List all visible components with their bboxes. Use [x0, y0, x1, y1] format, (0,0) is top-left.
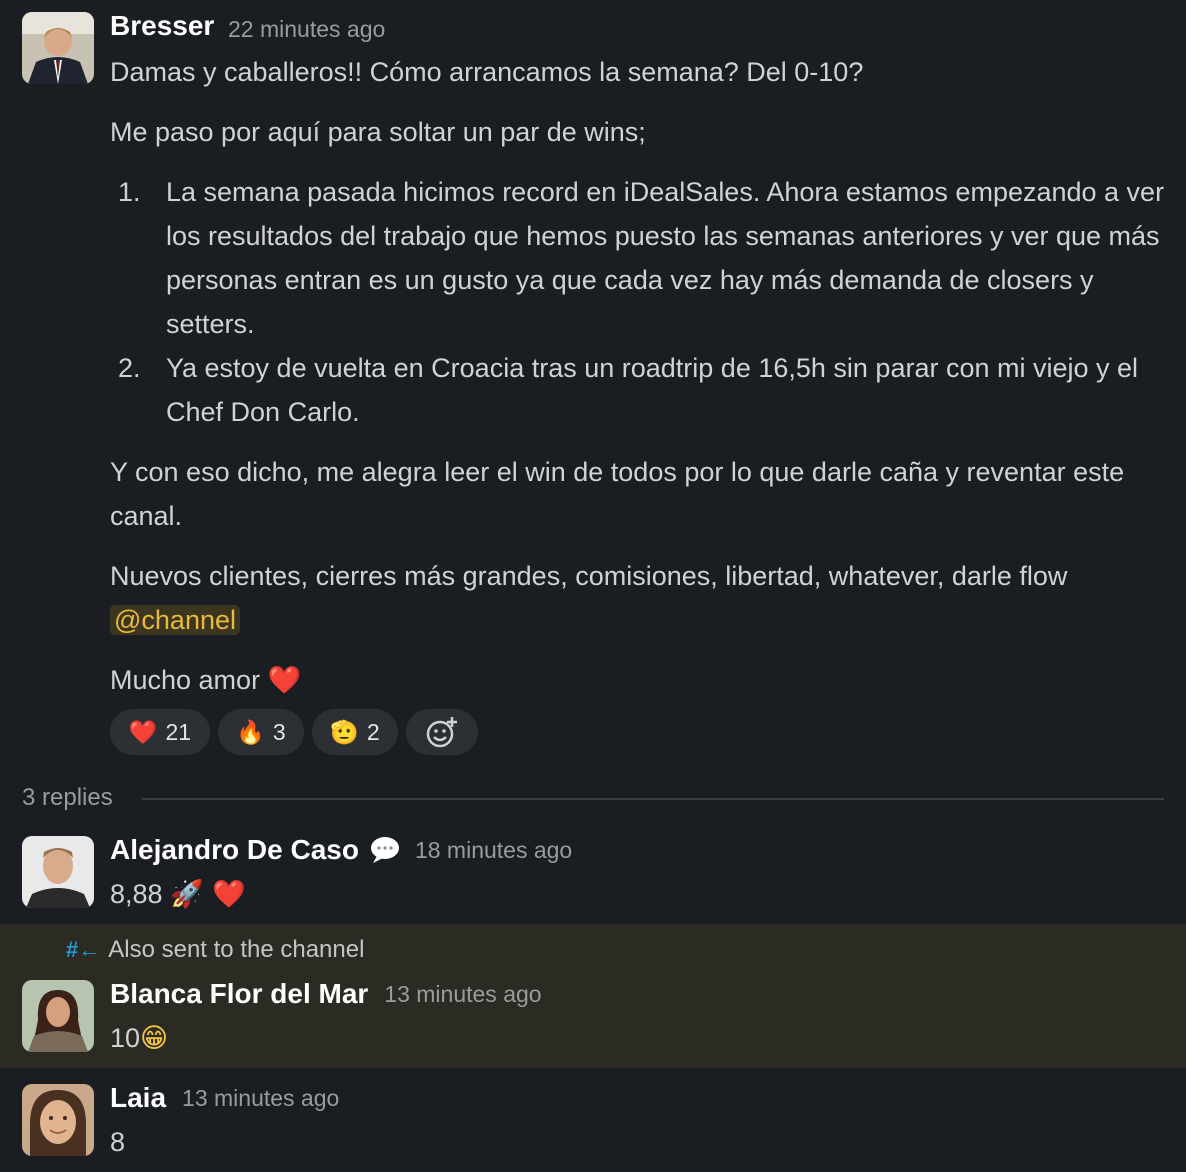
channel-mention[interactable]: @channel [110, 605, 240, 635]
avatar-image [22, 12, 94, 84]
reply-header: Alejandro De Caso 18 minutes ago [110, 834, 572, 866]
avatar-laia[interactable] [22, 1084, 94, 1156]
message-paragraph: Nuevos clientes, cierres más grandes, co… [110, 554, 1175, 642]
add-emoji-icon [426, 717, 457, 748]
author-name[interactable]: Bresser [110, 10, 214, 42]
reaction-count: 2 [366, 718, 380, 745]
avatar-blanca[interactable] [22, 980, 94, 1052]
reply-text: 8,88 🚀 ❤️ [110, 872, 246, 917]
grin-emoji: 😁 [140, 1023, 169, 1054]
replies-divider [142, 798, 1164, 800]
avatar-image [22, 1084, 94, 1156]
channel-hash-arrow-icon: #← [66, 937, 101, 962]
reply-text: 8 [110, 1127, 126, 1157]
also-sent-row[interactable]: #← Also sent to the channel [66, 936, 364, 964]
reply-header: Laia 13 minutes ago [110, 1082, 339, 1114]
reaction-fire[interactable]: 🔥 3 [218, 709, 304, 755]
message-line: Damas y caballeros!! Cómo arrancamos la … [110, 57, 864, 87]
list-item: La semana pasada hicimos record en iDeal… [166, 177, 1165, 339]
list-number: 2. [118, 353, 141, 383]
reaction-salute[interactable]: 🫡 2 [312, 709, 398, 755]
message-line: Me paso por aquí para soltar un par de w… [110, 117, 646, 147]
timestamp[interactable]: 22 minutes ago [228, 16, 385, 43]
fire-emoji: 🔥 [236, 719, 265, 746]
reply-value: 10 [110, 1023, 141, 1053]
replies-count: 3 replies [22, 784, 113, 811]
timestamp[interactable]: 13 minutes ago [384, 981, 541, 1008]
salute-emoji: 🫡 [330, 719, 359, 746]
reply-header: Blanca Flor del Mar 13 minutes ago [110, 978, 542, 1010]
reply-value: 8,88 [110, 879, 163, 909]
reaction-count: 21 [165, 718, 192, 745]
message-closing: Mucho amor ❤️ [110, 658, 1175, 703]
avatar-image [22, 836, 94, 908]
timestamp[interactable]: 18 minutes ago [415, 837, 572, 864]
rocket-heart-emoji: 🚀 ❤️ [170, 879, 246, 910]
reaction-heart[interactable]: ❤️ 21 [110, 709, 210, 755]
list-item: Ya estoy de vuelta en Croacia tras un ro… [166, 353, 1139, 427]
message-paragraph: Y con eso dicho, me alegra leer el win d… [110, 457, 1125, 531]
reaction-count: 3 [272, 718, 286, 745]
author-name[interactable]: Laia [110, 1082, 166, 1114]
add-reaction-button[interactable] [406, 709, 478, 755]
author-name[interactable]: Blanca Flor del Mar [110, 978, 368, 1010]
timestamp[interactable]: 13 minutes ago [182, 1085, 339, 1112]
author-name[interactable]: Alejandro De Caso [110, 834, 359, 866]
heart-emoji: ❤️ [267, 665, 302, 696]
avatar-alejandro[interactable] [22, 836, 94, 908]
avatar-image [22, 980, 94, 1052]
speech-bubble-icon [370, 837, 399, 863]
also-sent-label: Also sent to the channel [108, 936, 365, 963]
heart-emoji: ❤️ [128, 719, 158, 746]
paragraph-text: Nuevos clientes, cierres más grandes, co… [110, 561, 1068, 591]
closing-text: Mucho amor [110, 665, 261, 695]
avatar-bresser[interactable] [22, 12, 94, 84]
list-number: 1. [118, 177, 141, 207]
reply-text: 10😁 [110, 1016, 168, 1061]
